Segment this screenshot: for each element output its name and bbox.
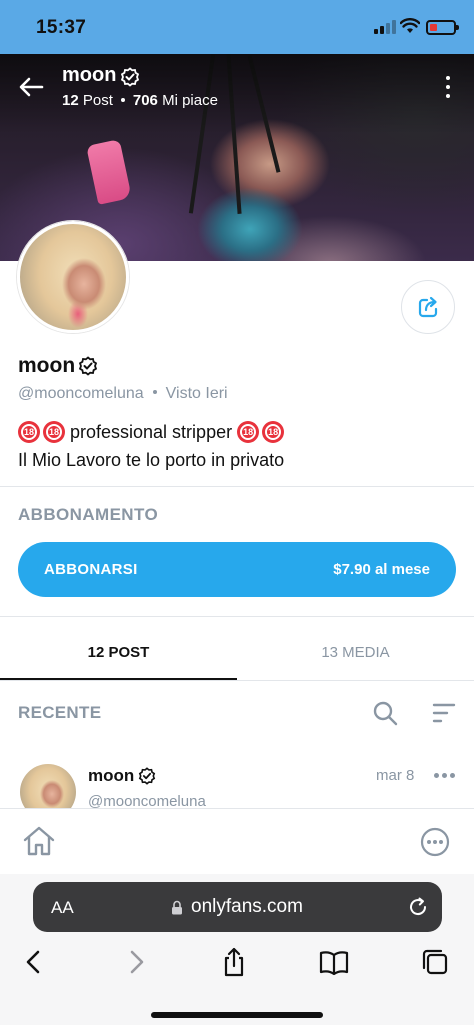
tab-posts[interactable]: 12 POST bbox=[0, 624, 237, 681]
reload-icon[interactable] bbox=[407, 896, 429, 918]
text-size-button[interactable]: AA bbox=[51, 898, 74, 918]
posts-count: 12 bbox=[62, 92, 79, 109]
subscribe-price: $7.90 al mese bbox=[333, 561, 430, 578]
adult-18-icon: 18 bbox=[18, 421, 40, 443]
header-stats: 12 Post 706 Mi piace bbox=[62, 92, 218, 109]
browser-forward-icon[interactable] bbox=[120, 946, 152, 978]
app-bottom-nav bbox=[0, 808, 474, 874]
url-text[interactable]: onlyfans.com bbox=[191, 896, 303, 918]
subscribe-label: ABBONARSI bbox=[44, 561, 138, 578]
handle-row: @mooncomeluna Visto Ieri bbox=[18, 385, 228, 403]
lock-icon bbox=[172, 900, 182, 915]
tabs-icon[interactable] bbox=[420, 946, 452, 978]
browser-chrome: AA onlyfans.com bbox=[0, 874, 474, 1025]
tab-media[interactable]: 13 MEDIA bbox=[237, 624, 474, 680]
adult-18-icon: 18 bbox=[262, 421, 285, 443]
more-dots-icon[interactable] bbox=[434, 773, 456, 779]
bio-line-2: Il Mio Lavoro te lo porto in privato bbox=[18, 450, 285, 470]
wifi-icon bbox=[400, 18, 420, 33]
tab-posts-label: 12 POST bbox=[87, 644, 150, 661]
share-icon bbox=[418, 296, 438, 318]
kebab-menu-icon[interactable] bbox=[444, 76, 452, 98]
profile-handle: @mooncomeluna bbox=[18, 385, 144, 402]
address-bar[interactable]: AA onlyfans.com bbox=[33, 882, 442, 932]
last-seen: Visto Ieri bbox=[165, 385, 228, 402]
tab-media-label: 13 MEDIA bbox=[321, 644, 390, 661]
battery-icon bbox=[426, 20, 459, 35]
more-circle-icon[interactable] bbox=[420, 827, 450, 857]
verified-icon bbox=[138, 767, 156, 785]
post-date: mar 8 bbox=[376, 767, 415, 784]
cellular-signal-icon bbox=[374, 20, 396, 34]
adult-18-icon: 18 bbox=[237, 421, 260, 443]
subscribe-button[interactable]: ABBONARSI $7.90 al mese bbox=[18, 542, 456, 597]
browser-share-icon[interactable] bbox=[218, 946, 250, 978]
likes-label: Mi piace bbox=[162, 92, 218, 109]
verified-icon bbox=[78, 356, 98, 376]
bookmarks-icon[interactable] bbox=[318, 946, 350, 978]
status-bar: 15:37 bbox=[0, 0, 474, 54]
search-icon[interactable] bbox=[372, 700, 398, 726]
sort-icon[interactable] bbox=[432, 703, 456, 723]
recent-label: RECENTE bbox=[18, 703, 102, 722]
adult-18-icon: 18 bbox=[43, 421, 65, 443]
likes-count: 706 bbox=[132, 92, 158, 109]
posts-label: Post bbox=[82, 92, 113, 109]
home-icon[interactable] bbox=[22, 825, 56, 857]
back-arrow-icon[interactable] bbox=[18, 76, 44, 98]
bio-text: professional stripper bbox=[70, 421, 233, 442]
header-name: moon bbox=[62, 64, 117, 86]
divider bbox=[0, 680, 474, 681]
post-author[interactable]: moon bbox=[88, 766, 134, 786]
status-time: 15:37 bbox=[36, 17, 87, 38]
divider bbox=[0, 486, 474, 487]
avatar[interactable] bbox=[17, 221, 129, 333]
browser-back-icon[interactable] bbox=[18, 946, 50, 978]
bio-line-1: 18 18 professional stripper 18 18 bbox=[18, 421, 287, 443]
verified-icon bbox=[120, 67, 140, 87]
home-indicator[interactable] bbox=[151, 1012, 323, 1018]
subscription-heading: ABBONAMENTO bbox=[18, 505, 159, 524]
share-button[interactable] bbox=[401, 280, 455, 334]
divider bbox=[0, 616, 474, 617]
profile-name: moon bbox=[18, 354, 76, 377]
